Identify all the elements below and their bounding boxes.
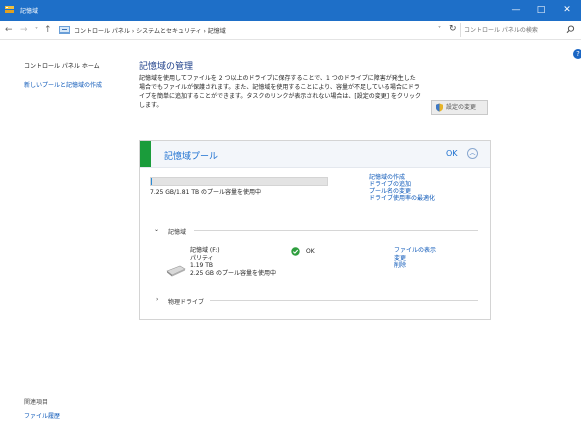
address-bar: ← → ˅ ↑ コントロール パネル › システムとセキュリティ › 記憶域 ˅… [0, 21, 581, 40]
drive-status: OK [306, 248, 315, 255]
search-input[interactable] [464, 24, 564, 36]
change-link[interactable]: 変更 [394, 255, 436, 263]
view-files-link[interactable]: ファイルの表示 [394, 247, 436, 255]
chevron-right-icon[interactable]: › [156, 296, 158, 303]
delete-link[interactable]: 削除 [394, 262, 436, 270]
optimize-drive-usage-link[interactable]: ドライブ使用率の最適化 [369, 195, 435, 202]
pool-usage-text: 7.25 GB/1.81 TB のプール容量を使用中 [150, 189, 262, 196]
storage-pool-panel: 記憶域プール OK ︿ 7.25 GB/1.81 TB のプール容量を使用中 記… [139, 140, 491, 320]
forward-button[interactable]: → [20, 24, 28, 36]
physical-drives-section-header[interactable]: 物理ドライブ [168, 297, 204, 306]
address-dropdown-icon[interactable]: ˅ [438, 26, 441, 33]
help-icon[interactable]: ? [573, 49, 581, 59]
storage-spaces-section-header[interactable]: 記憶域 [168, 227, 186, 236]
window-title: 記憶域 [20, 8, 39, 15]
file-history-link[interactable]: ファイル履歴 [24, 411, 60, 420]
up-button[interactable]: ↑ [44, 24, 52, 36]
section-divider [210, 300, 478, 301]
add-drives-link[interactable]: ドライブの追加 [369, 181, 435, 188]
drive-capacity: 1.19 TB [190, 262, 214, 269]
pool-usage-fill [151, 178, 152, 185]
change-settings-label: 設定の変更 [446, 104, 477, 111]
control-panel-icon [59, 26, 70, 34]
address-separator [460, 23, 461, 37]
control-panel-home-link[interactable]: コントロール パネル ホーム [24, 61, 100, 70]
status-ok-icon [291, 247, 300, 256]
uac-shield-icon [436, 103, 443, 112]
pool-usage-bar [150, 177, 328, 186]
see-also-heading: 関連項目 [24, 399, 49, 406]
storage-app-icon [5, 6, 14, 13]
section-divider [194, 230, 478, 231]
drive-name: 記憶域 (F:) [190, 247, 220, 254]
drive-resiliency: パリティ [190, 254, 214, 262]
storage-space-details: 記憶域 (F:) パリティ 1.19 TB 2.25 GB のプール容量を使用中 [190, 247, 276, 277]
create-new-pool-link[interactable]: 新しいプールと記憶域の作成 [24, 80, 102, 89]
storage-space-links: ファイルの表示 変更 削除 [394, 247, 436, 270]
storage-pool-status: OK [446, 149, 458, 158]
rename-pool-link[interactable]: プール名の変更 [369, 188, 435, 195]
page-description: 記憶域を使用してファイルを 2 つ以上のドライブに保存することで、1 つのドライ… [139, 75, 421, 109]
window-titlebar: 記憶域 — □ ✕ [0, 0, 581, 21]
recent-locations-button[interactable]: ˅ [35, 25, 38, 37]
drive-icon [166, 265, 186, 277]
storage-pool-header: 記憶域プール OK ︿ [140, 141, 490, 168]
page-title: 記憶域の管理 [139, 62, 194, 72]
pool-task-links: 記憶域の作成 ドライブの追加 プール名の変更 ドライブ使用率の最適化 [369, 174, 435, 202]
search-icon[interactable] [566, 25, 575, 34]
maximize-button[interactable]: □ [530, 0, 552, 21]
refresh-button[interactable]: ↻ [449, 24, 457, 34]
collapse-pool-button[interactable]: ︿ [467, 148, 478, 159]
create-storage-space-link[interactable]: 記憶域の作成 [369, 174, 435, 181]
pool-status-accent [140, 141, 151, 167]
change-settings-button[interactable]: 設定の変更 [431, 100, 488, 115]
drive-pool-usage: 2.25 GB のプール容量を使用中 [190, 269, 276, 277]
storage-pool-title: 記憶域プール [164, 152, 219, 162]
minimize-button[interactable]: — [505, 0, 527, 21]
chevron-down-icon[interactable]: ⌄ [154, 226, 159, 233]
breadcrumb[interactable]: コントロール パネル › システムとセキュリティ › 記憶域 [74, 26, 226, 35]
back-button[interactable]: ← [5, 24, 13, 36]
close-button[interactable]: ✕ [556, 0, 578, 21]
